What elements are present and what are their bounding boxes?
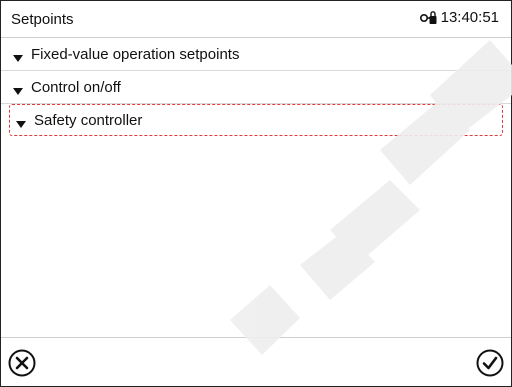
- status-clock: 13:40:51: [419, 9, 499, 26]
- cancel-button[interactable]: [7, 348, 37, 378]
- triangle-down-icon: [16, 116, 26, 128]
- close-circle-icon: [8, 349, 36, 377]
- menu-item-safety-controller[interactable]: Safety controller: [9, 104, 503, 136]
- confirm-button[interactable]: [475, 348, 505, 378]
- triangle-down-icon: [13, 50, 23, 62]
- footer-bar: [1, 337, 511, 386]
- triangle-down-icon: [13, 83, 23, 95]
- clock-time: 13:40:51: [440, 9, 499, 26]
- setpoint-menu: Fixed-value operation setpoints Control …: [1, 38, 511, 136]
- header-bar: Setpoints 13:40:51: [1, 1, 511, 38]
- menu-item-label: Control on/off: [31, 78, 121, 96]
- menu-item-label: Safety controller: [34, 111, 143, 129]
- empty-content-area: [1, 141, 511, 321]
- menu-item-fixed-value-setpoints[interactable]: Fixed-value operation setpoints: [1, 38, 511, 71]
- door-lock-icon: [419, 10, 437, 26]
- menu-item-control-on-off[interactable]: Control on/off: [1, 71, 511, 104]
- check-circle-icon: [476, 349, 504, 377]
- page-title: Setpoints: [11, 11, 74, 28]
- app-window: Setpoints 13:40:51 Fixed-value operation…: [0, 0, 512, 387]
- menu-item-label: Fixed-value operation setpoints: [31, 45, 240, 63]
